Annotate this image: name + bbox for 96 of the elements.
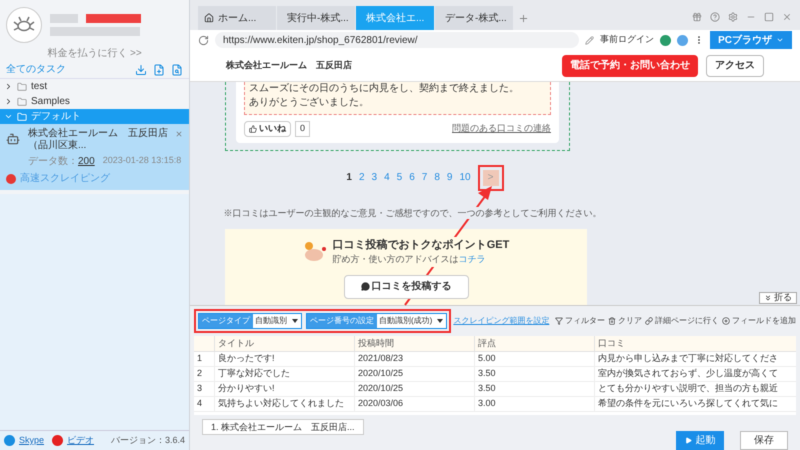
new-file-icon[interactable]	[153, 64, 165, 76]
row-number: 2	[196, 367, 204, 380]
pre-login-button[interactable]: 事前ログイン	[600, 33, 654, 47]
start-button[interactable]: 起動	[676, 431, 724, 450]
table-cell: 5.00	[474, 352, 594, 366]
settings-icon[interactable]	[728, 12, 738, 22]
toolbar-button[interactable]: 詳細ページに行く	[645, 315, 719, 327]
table-cell: 3.00	[474, 397, 594, 411]
all-tasks-title: 全てのタスク	[6, 63, 66, 77]
table-cell: 3.50	[474, 367, 594, 381]
plus-circle-icon	[722, 317, 730, 325]
skype-link[interactable]: Skype	[19, 434, 44, 448]
promo-title: 口コミ投稿でおトクなポイントGET	[332, 236, 510, 253]
crab-icon	[13, 16, 35, 34]
column-header: タイトル	[214, 336, 354, 351]
promo-text: 貯め方・使い方のアドバイスは	[332, 253, 459, 266]
home-icon	[204, 13, 214, 23]
pencil-icon[interactable]	[585, 36, 594, 44]
pc-browser-button[interactable]: PCブラウザ	[710, 31, 792, 49]
new-tab-icon[interactable]	[518, 13, 529, 24]
row-number: 4	[196, 397, 204, 410]
task-tab[interactable]: 1. 株式会社エールーム 五反田店...	[202, 419, 364, 435]
link-icon	[645, 317, 653, 325]
row-number: 3	[196, 382, 204, 396]
table-cell: 2020/10/25	[354, 367, 474, 381]
post-review-button[interactable]: 口コミを投稿する	[344, 274, 468, 298]
review-text: スムーズにその日のうちに内見をし、契約まで終えました。	[249, 82, 520, 96]
filter-icon	[555, 317, 563, 325]
import-icon[interactable]	[135, 64, 147, 76]
thumbs-up-icon	[249, 124, 257, 133]
table-cell: 2020/10/25	[354, 382, 474, 396]
table-cell: 丁寧な対応でした	[214, 367, 354, 381]
row-number: 1	[196, 352, 204, 366]
robot-icon	[6, 132, 20, 146]
table-cell: 2020/03/06	[354, 397, 474, 411]
folder-icon	[17, 112, 27, 122]
speech-bubble-icon	[360, 282, 370, 291]
shop-name: 株式会社エールーム 五反田店	[226, 58, 353, 72]
like-count: 0	[295, 121, 310, 136]
piggy-bank-icon	[302, 240, 327, 262]
trash-icon	[608, 317, 616, 325]
page-type-select[interactable]: ページタイプ 自動識別	[198, 313, 302, 329]
access-button[interactable]: アクセス	[706, 54, 764, 76]
report-link[interactable]: 問題のある口コミの連絡	[452, 122, 551, 136]
toolbar-button[interactable]: クリア	[608, 315, 642, 327]
table-cell: 良かったです!	[214, 352, 354, 366]
table-cell: 2021/08/23	[354, 352, 474, 366]
play-icon	[684, 437, 692, 444]
caret-icon	[292, 319, 298, 323]
column-header: 投稿時間	[354, 336, 474, 351]
help-icon[interactable]	[710, 12, 720, 22]
gift-icon[interactable]	[692, 12, 702, 22]
scrape-range-link[interactable]: スクレイピング範囲を設定	[453, 315, 550, 327]
table-cell: 分かりやすい!	[214, 382, 354, 396]
table-cell: 室内が換気されておらず、少し温度が高くて	[594, 367, 796, 381]
promo-link[interactable]: コチラ	[458, 253, 486, 266]
page-link[interactable]: 1	[346, 170, 352, 185]
video-link[interactable]: ビデオ	[67, 434, 94, 448]
fold-button[interactable]: 折る	[759, 292, 797, 304]
browser-tab[interactable]: ホーム...	[198, 6, 276, 30]
task-date: 2023-01-28 13:15:8	[102, 154, 182, 167]
table-cell: 内見から申し込みまで丁寧に対応してくださ	[594, 352, 796, 366]
file-search-icon[interactable]	[171, 64, 183, 76]
browser-tab[interactable]: 実行中-株式...	[277, 6, 355, 30]
version-text: バージョン：3.6.4	[110, 434, 185, 447]
folder-item[interactable]: test	[0, 79, 189, 94]
save-button[interactable]: 保存	[740, 431, 788, 450]
table-cell: 3.50	[474, 382, 594, 396]
page-number-select[interactable]: ページ番号の設定 自動識別(成功)	[306, 313, 448, 329]
task-title: 株式会社エールーム 五反田店（品川区東...	[28, 128, 169, 152]
double-chevron-icon	[764, 294, 772, 302]
chevron-down-icon[interactable]	[4, 112, 13, 121]
toolbar-button[interactable]: フィルター	[555, 315, 605, 327]
folder-icon	[17, 96, 27, 106]
task-card[interactable]: 株式会社エールーム 五反田店（品川区東... データ数：200 2023-01-28 13:15:8 高速スクレイピング	[0, 124, 189, 190]
column-header: 口コミ	[594, 336, 796, 351]
table-cell: とても分かりやすい説明で、担当の方も親近	[594, 382, 796, 396]
toolbar-button[interactable]: フィールドを追加	[722, 315, 796, 327]
table-cell: 気持ちよい対応してくれました	[214, 397, 354, 411]
folder-item[interactable]: Samples	[0, 94, 189, 109]
browser-tab[interactable]: データ-株式...	[435, 6, 513, 30]
caret-icon	[776, 36, 784, 44]
like-button[interactable]: いいね	[244, 121, 291, 136]
folder-icon	[17, 82, 27, 92]
url-field[interactable]: https://www.ekiten.jp/shop_6762801/review/	[215, 32, 580, 48]
review-text: ありがとうございました。	[249, 96, 370, 110]
data-count-label: データ数：200	[28, 155, 95, 169]
close-icon[interactable]	[782, 12, 792, 22]
reload-icon[interactable]	[198, 34, 209, 46]
pay-link[interactable]: 料金を払うに行く >>	[0, 46, 189, 61]
column-header: 評点	[474, 336, 594, 351]
call-button[interactable]: 電話で予約・お問い合わせ	[562, 54, 698, 76]
caret-icon	[437, 319, 444, 323]
close-icon[interactable]	[175, 130, 183, 138]
table-cell: 希望の条件を元にいろいろ探してくれて気に	[594, 397, 796, 411]
maximize-icon[interactable]	[764, 12, 774, 22]
